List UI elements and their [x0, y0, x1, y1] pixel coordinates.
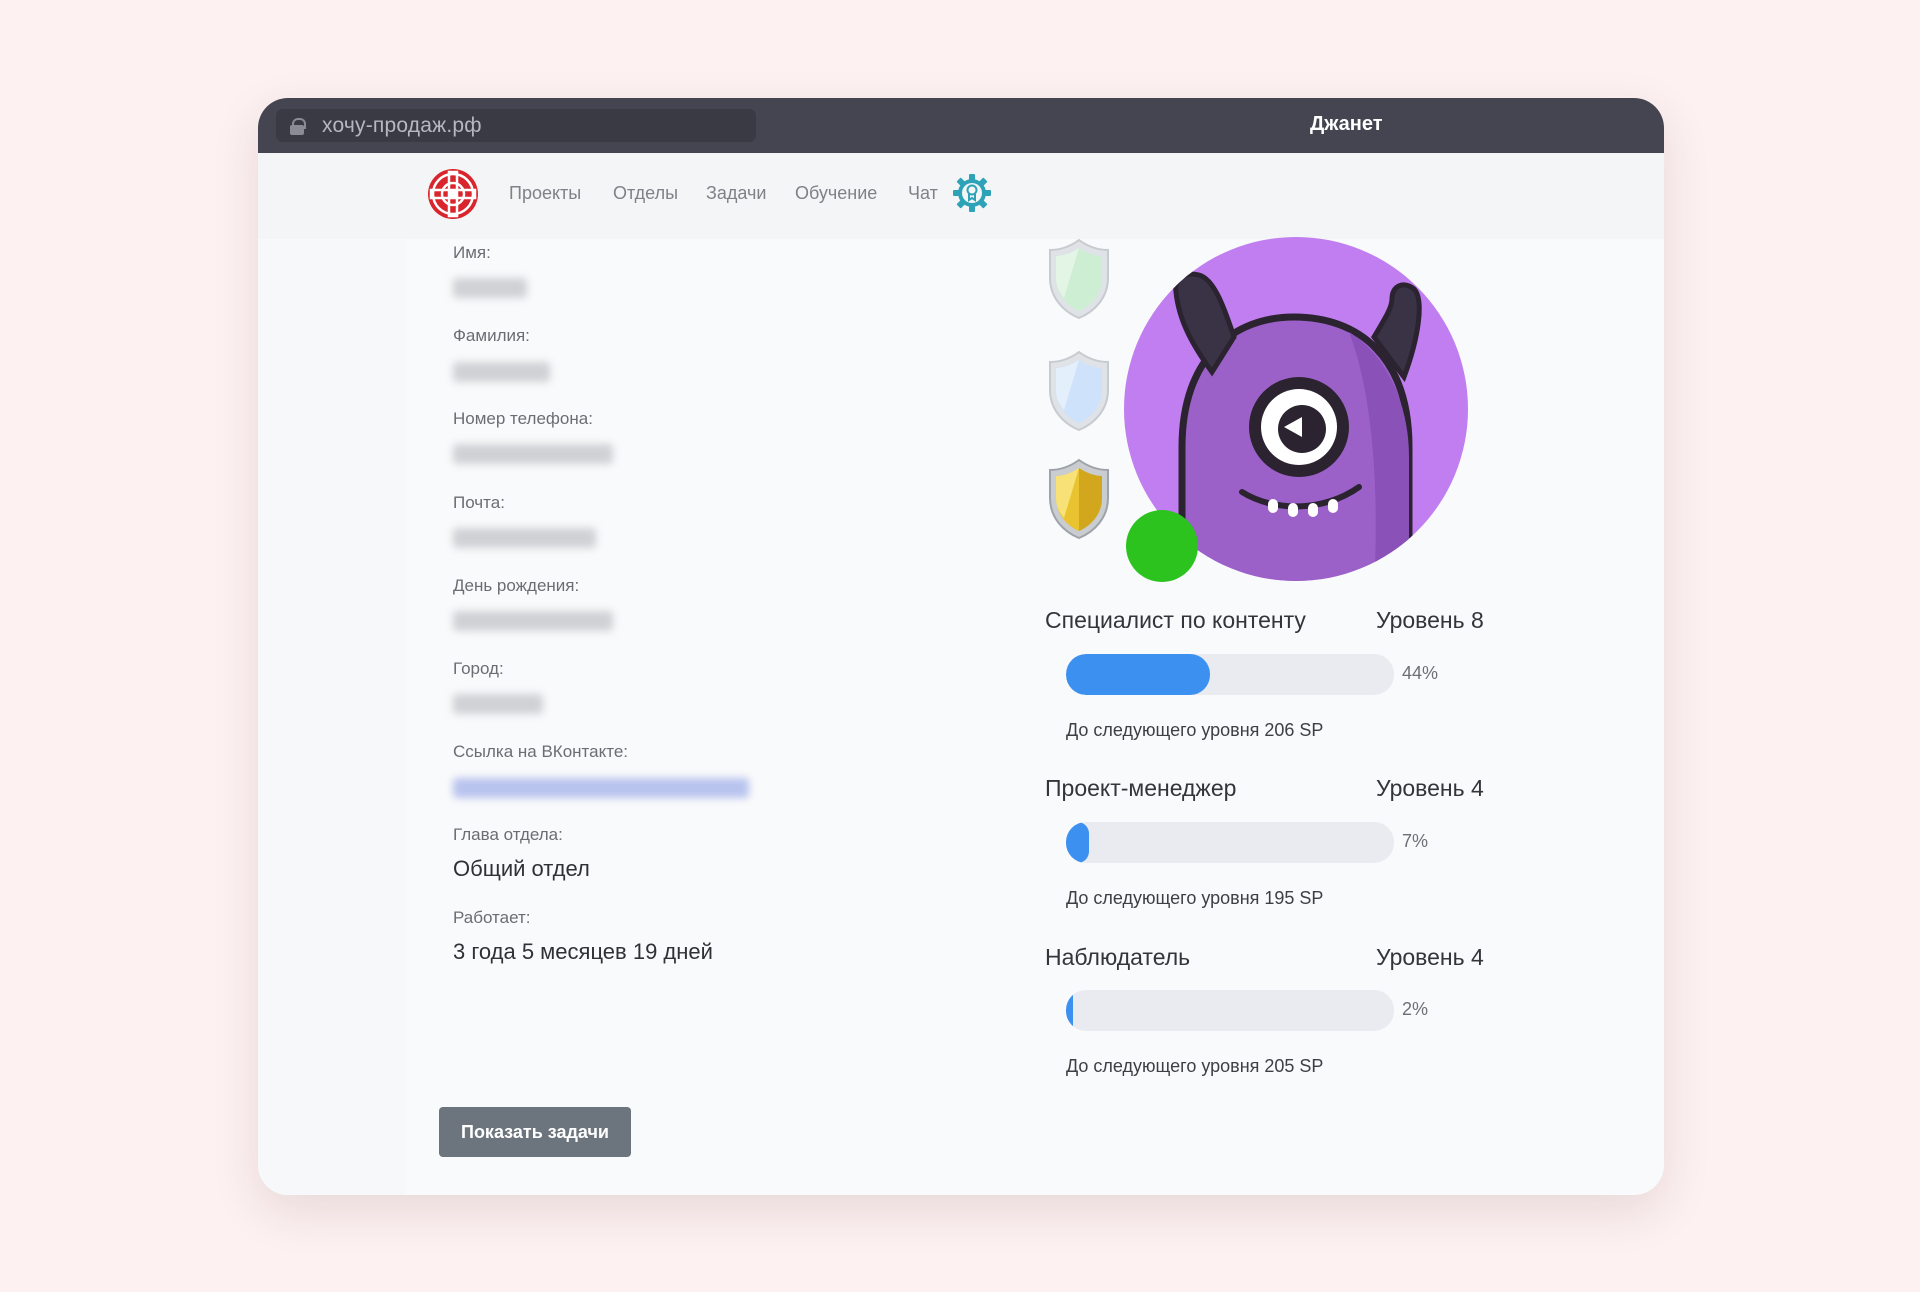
browser-titlebar: хочу-продаж.рф Джанет [258, 98, 1664, 153]
progress-percent-content-specialist: 44% [1402, 663, 1439, 683]
field-label-email: Почта: [453, 493, 505, 512]
gold-shield-icon [1049, 458, 1109, 540]
progress-percent-project-manager: 7% [1402, 831, 1429, 851]
nav-projects[interactable]: Проекты [509, 183, 581, 204]
top-navbar: Проекты Отделы Задачи Обучение Чат [258, 153, 1664, 239]
user-name-title: Джанет [1310, 113, 1383, 135]
vk-link-value-blurred[interactable] [453, 778, 749, 798]
progress-bar-content-specialist [1066, 654, 1394, 695]
gear-icon[interactable] [952, 173, 992, 213]
field-label-vk-link: Ссылка на ВКонтакте: [453, 742, 629, 761]
nav-departments[interactable]: Отделы [613, 183, 678, 204]
address-bar[interactable]: хочу-продаж.рф [276, 109, 756, 142]
department-head-value: Общий отдел [453, 856, 590, 881]
field-label-phone: Номер телефона: [453, 409, 593, 428]
field-label-city: Город: [453, 659, 504, 678]
skill-level-project-manager: Уровень 4 [1376, 775, 1484, 801]
works-duration-value: 3 года 5 месяцев 19 дней [453, 939, 713, 964]
progress-percent-observer: 2% [1402, 999, 1429, 1019]
browser-window: хочу-продаж.рф Джанет Проекты Отделы Зад… [258, 98, 1664, 1195]
next-level-text-content-specialist: До следующего уровня 206 SP [1066, 720, 1324, 740]
green-shield-icon [1049, 238, 1109, 320]
last-name-value-blurred [453, 362, 550, 382]
nav-chat[interactable]: Чат [908, 183, 938, 204]
field-label-birthday: День рождения: [453, 576, 580, 595]
skill-name-content-specialist: Специалист по контенту [1045, 607, 1306, 633]
skill-level-content-specialist: Уровень 8 [1376, 607, 1484, 633]
field-label-works: Работает: [453, 908, 531, 927]
email-value-blurred [453, 528, 596, 548]
next-level-text-project-manager: До следующего уровня 195 SP [1066, 888, 1324, 908]
field-label-department-head: Глава отдела: [453, 825, 563, 844]
progress-bar-observer [1066, 990, 1394, 1031]
skill-level-observer: Уровень 4 [1376, 944, 1484, 970]
progress-fill [1066, 654, 1211, 695]
skill-name-project-manager: Проект-менеджер [1045, 775, 1237, 801]
nav-tasks[interactable]: Задачи [706, 183, 766, 204]
nav-learning[interactable]: Обучение [795, 183, 877, 204]
left-gutter [258, 239, 406, 1195]
progress-fill [1066, 822, 1089, 863]
blue-shield-icon [1049, 350, 1109, 432]
phone-value-blurred [453, 444, 613, 464]
show-tasks-button[interactable]: Показать задачи [439, 1107, 631, 1157]
field-label-first-name: Имя: [453, 243, 491, 262]
company-logo-icon[interactable] [426, 167, 480, 221]
online-status-dot [1126, 510, 1198, 582]
first-name-value-blurred [453, 278, 527, 298]
next-level-text-observer: До следующего уровня 205 SP [1066, 1056, 1324, 1076]
city-value-blurred [453, 694, 543, 714]
birthday-value-blurred [453, 611, 613, 631]
progress-fill [1066, 990, 1073, 1031]
skill-name-observer: Наблюдатель [1045, 944, 1191, 970]
url-text: хочу-продаж.рф [322, 113, 482, 137]
lock-icon [290, 117, 306, 135]
field-label-last-name: Фамилия: [453, 326, 530, 345]
progress-bar-project-manager [1066, 822, 1394, 863]
